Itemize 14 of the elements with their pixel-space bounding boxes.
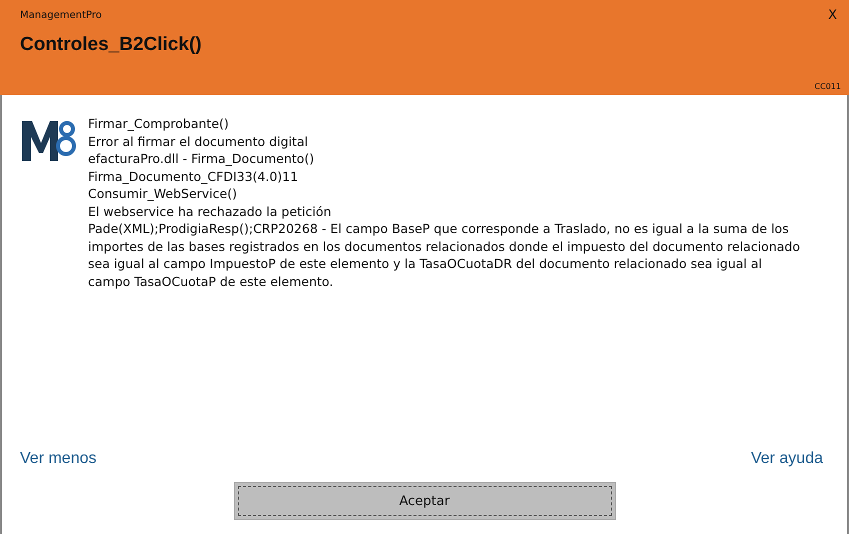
accept-button[interactable]: Aceptar (234, 482, 616, 520)
error-code: CC011 (814, 82, 841, 91)
message-text: Firmar_Comprobante() (88, 115, 230, 132)
message-text: Consumir_WebService() (88, 185, 238, 202)
dialog-title: Controles_B2Click() (20, 34, 203, 56)
app-name: ManagementPro (20, 10, 102, 20)
message-text: efacturaPro.dll - Firma_Documento() (88, 150, 316, 168)
message-text: El webservice ha rechazado la petición (88, 202, 332, 220)
close-button[interactable]: X (824, 8, 841, 22)
help-link[interactable]: Ver ayuda (750, 450, 823, 468)
help-link[interactable]: Ver menos (20, 450, 96, 468)
message-text: Error al firmar el documento digital (88, 132, 309, 150)
message-text: Pade(XML);ProdigiaResp();CRP20268 - El campo BaseP que corresponde a Traslado, no es igual a la suma de los importes de las bases registrados en los documentos relacionados donde el impuesto del documento relacionado sea igual al campo ImpuestoP de este elemento y la TasaOCuotaDR del documento relacionado sea igual al campo TasaOCuotaP de este elemento. (88, 220, 801, 290)
message-text: Firma_Documento_CFDI33(4.0)11 (88, 168, 300, 185)
